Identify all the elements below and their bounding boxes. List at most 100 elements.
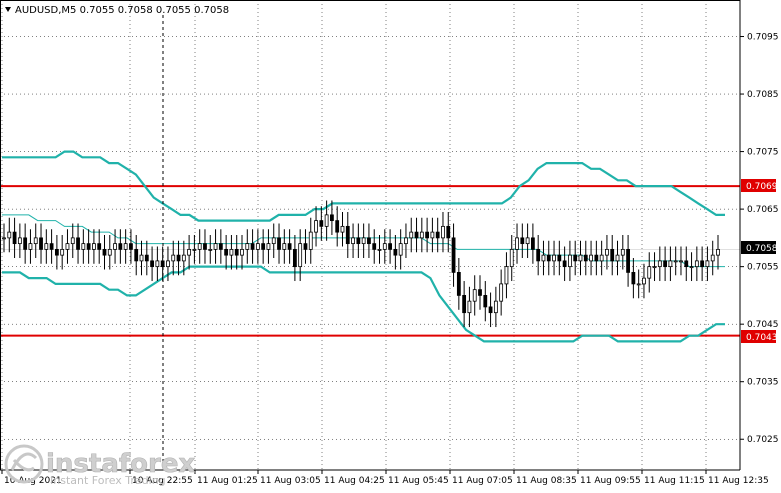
candle-body (557, 254, 562, 262)
candle-body (377, 248, 382, 251)
time-tick-label: 11 Aug 09:55 (580, 476, 641, 486)
candle-body (663, 260, 668, 268)
candle-body (472, 289, 477, 302)
candle-body (192, 248, 197, 251)
candle-body (92, 243, 96, 250)
price-tick-label: 0.7025 (747, 435, 779, 445)
candle-body (208, 248, 213, 251)
candle-body (49, 243, 54, 250)
candle-body (530, 237, 535, 250)
candle-body (536, 248, 541, 262)
candle-body (44, 243, 49, 250)
time-tick-label: 11 Aug 07:05 (452, 476, 513, 486)
candle-body (129, 243, 133, 250)
candle-body (33, 237, 38, 245)
price-tick-label: 0.7085 (747, 90, 779, 100)
candle-body (139, 254, 144, 262)
candle-body (113, 243, 117, 250)
time-tick-label: 11 Aug 03:05 (260, 476, 321, 486)
candle-body (250, 243, 255, 250)
candle-body (330, 214, 334, 222)
candle-body (552, 254, 556, 262)
candle-body (292, 248, 297, 268)
candle-body (17, 237, 22, 245)
candle-body (541, 254, 546, 262)
candle-body (86, 243, 91, 250)
candle-body (240, 248, 244, 256)
candle-body (245, 243, 250, 250)
candle-body (456, 271, 461, 296)
candle-body (118, 243, 123, 250)
candle-body (176, 254, 181, 262)
candle-body (636, 283, 641, 286)
price-chart[interactable]: 0.7095 0.7085 0.7075 0.7065 0.7055 0.7045 0.70… (0, 0, 781, 489)
candle-body (76, 237, 80, 250)
resistance-price-label: 0.7069 (746, 182, 778, 192)
candle-body (509, 248, 514, 268)
candle-body (65, 243, 70, 250)
candle-body (308, 231, 313, 250)
candle-body (605, 248, 609, 256)
candle-body (562, 260, 567, 268)
candle-body (356, 237, 361, 245)
candle-body (419, 231, 424, 239)
time-tick-label: 11 Aug 05:45 (388, 476, 449, 486)
candle-body (298, 243, 303, 268)
candle-body (319, 220, 324, 227)
symbol-header: AUDUSD,M5 0.7055 0.7058 0.7055 0.7058 (15, 5, 229, 16)
candle-body (568, 254, 572, 268)
chart-window[interactable]: 0.7095 0.7085 0.7075 0.7065 0.7055 0.7045 0.70… (0, 0, 781, 489)
instaforex-logo: instaforex Instant Forex Trading (4, 444, 196, 487)
candle-body (388, 243, 392, 250)
price-tick-label: 0.7065 (747, 205, 779, 215)
candle-body (700, 260, 705, 268)
candle-body (446, 225, 451, 239)
candle-body (404, 237, 408, 245)
candle-body (372, 243, 377, 250)
candle-body (144, 254, 149, 262)
candle-body (599, 254, 604, 262)
candle-body (166, 260, 170, 268)
candle-body (70, 237, 75, 245)
candle-body (7, 231, 12, 239)
candle-body (197, 243, 202, 250)
candle-body (234, 248, 239, 256)
candle-body (187, 248, 192, 256)
candle-body (589, 254, 593, 262)
candle-body (520, 237, 525, 245)
candle-body (398, 243, 403, 256)
candle-body (573, 254, 578, 262)
time-tick-label: 11 Aug 01:25 (197, 476, 258, 486)
candle-body (335, 220, 340, 233)
candle-body (171, 254, 176, 262)
candle-body (462, 295, 467, 314)
support-price-label: 0.7043 (746, 333, 778, 343)
candle-body (345, 225, 350, 245)
candle-body (679, 260, 683, 263)
time-tick-label: 11 Aug 04:25 (324, 476, 385, 486)
candle-body (255, 243, 260, 250)
candle-body (583, 254, 588, 262)
candle-body (382, 243, 387, 250)
price-tick-label: 0.7055 (747, 263, 779, 273)
candle-body (324, 214, 329, 227)
candle-body (367, 237, 371, 245)
candle-body (303, 243, 308, 250)
candle-body (23, 237, 28, 250)
candle-body (620, 248, 625, 256)
price-tick-label: 0.7045 (747, 320, 779, 330)
candle-body (499, 283, 504, 302)
candle-body (652, 266, 657, 269)
price-tick-label: 0.7075 (747, 148, 779, 158)
candle-body (657, 260, 662, 268)
price-tick-label: 0.7035 (747, 378, 779, 388)
candle-body (467, 300, 472, 314)
candle-body (266, 243, 271, 250)
candle-body (81, 243, 86, 250)
candle-body (615, 254, 620, 262)
candle-body (451, 237, 456, 273)
time-tick-label: 11 Aug 12:35 (708, 476, 769, 486)
candle-body (594, 254, 599, 262)
candle-body (287, 243, 292, 250)
candle-body (673, 260, 678, 263)
